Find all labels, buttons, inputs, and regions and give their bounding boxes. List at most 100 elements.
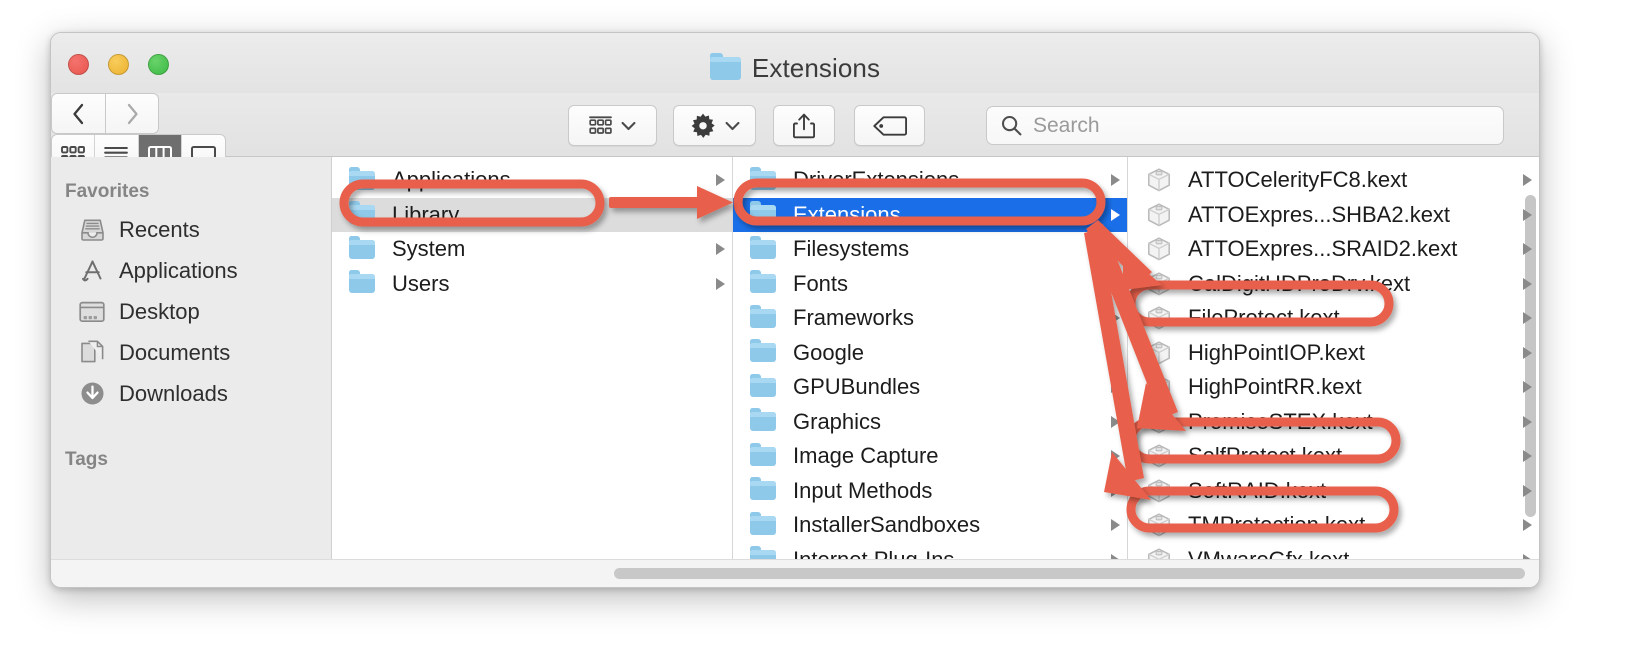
column-item-label: Graphics: [793, 408, 882, 434]
search-input[interactable]: Search: [1033, 114, 1100, 138]
disclosure-arrow-icon[interactable]: [1111, 450, 1120, 463]
column-item-applications[interactable]: Applications: [332, 163, 732, 198]
disclosure-arrow-icon[interactable]: [1111, 519, 1120, 532]
disclosure-arrow-icon[interactable]: [1523, 243, 1532, 256]
column-item-gpubundles[interactable]: GPUBundles: [733, 370, 1127, 405]
column-item-graphics[interactable]: Graphics: [733, 405, 1127, 440]
column-item-tmprotection-kext[interactable]: TMProtection.kext: [1128, 508, 1539, 543]
search-field[interactable]: Search: [986, 106, 1504, 145]
kext-icon: [1145, 201, 1177, 229]
disclosure-arrow-icon[interactable]: [1523, 174, 1532, 187]
sidebar-item-documents[interactable]: Documents: [51, 332, 331, 373]
tags-button[interactable]: [854, 105, 925, 146]
chevron-right-icon: [127, 103, 138, 124]
sidebar-item-downloads[interactable]: Downloads: [51, 373, 331, 414]
column-item-input-methods[interactable]: Input Methods: [733, 474, 1127, 509]
column-item-extensions[interactable]: Extensions: [733, 197, 1127, 232]
sidebar-item-applications[interactable]: Applications: [51, 250, 331, 291]
column-item-label: Frameworks: [793, 305, 915, 331]
column-item-attoexpres-shba2-kext[interactable]: ATTOExpres...SHBA2.kext: [1128, 198, 1539, 233]
column-item-caldigithdprodrv-kext[interactable]: CalDigitHDProDrv.kext: [1128, 267, 1539, 302]
column-item-installersandboxes[interactable]: InstallerSandboxes: [733, 508, 1127, 543]
column-item-softraid-kext[interactable]: SoftRAID.kext: [1128, 474, 1539, 509]
forward-button[interactable]: [105, 93, 159, 134]
share-button[interactable]: [773, 105, 835, 146]
sidebar-item-desktop[interactable]: Desktop: [51, 291, 331, 332]
column-item-label: System: [392, 236, 466, 262]
share-icon: [793, 113, 815, 138]
column-item-driverextensions[interactable]: DriverExtensions: [733, 163, 1127, 198]
disclosure-arrow-icon[interactable]: [716, 243, 725, 256]
column-item-google[interactable]: Google: [733, 336, 1127, 371]
kext-icon: [1145, 408, 1177, 436]
column-item-highpointrr-kext[interactable]: HighPointRR.kext: [1128, 370, 1539, 405]
disclosure-arrow-icon[interactable]: [1111, 208, 1120, 221]
window-bottom-bar: [51, 559, 1539, 587]
disclosure-arrow-icon[interactable]: [716, 174, 725, 187]
kext-icon: [1145, 304, 1177, 332]
applications-icon: [78, 257, 106, 284]
column-item-label: SelfProtect.kext: [1188, 443, 1343, 469]
window-title: Extensions: [751, 53, 881, 83]
column-item-users[interactable]: Users: [332, 267, 732, 302]
horizontal-scrollbar[interactable]: [614, 568, 1525, 579]
disclosure-arrow-icon[interactable]: [1111, 381, 1120, 394]
toolbar: Search: [51, 93, 1539, 175]
column-item-label: Fonts: [793, 270, 849, 296]
disclosure-arrow-icon[interactable]: [1523, 346, 1532, 359]
column-item-system[interactable]: System: [332, 232, 732, 267]
disclosure-arrow-icon[interactable]: [1523, 277, 1532, 290]
disclosure-arrow-icon[interactable]: [716, 277, 725, 290]
group-by-button[interactable]: [568, 105, 657, 146]
finder-window: Extensions Search Favorites Recents Appl…: [50, 32, 1540, 588]
column-item-label: ATTOCelerityFC8.kext: [1188, 167, 1408, 193]
column-item-highpointiop-kext[interactable]: HighPointIOP.kext: [1128, 336, 1539, 371]
disclosure-arrow-icon[interactable]: [1111, 312, 1120, 325]
column-item-label: Applications: [392, 167, 511, 193]
sidebar-item-recents[interactable]: Recents: [51, 209, 331, 250]
disclosure-arrow-icon[interactable]: [1523, 415, 1532, 428]
disclosure-arrow-icon[interactable]: [1523, 519, 1532, 532]
downloads-icon: [78, 380, 106, 407]
disclosure-arrow-icon[interactable]: [1523, 208, 1532, 221]
disclosure-arrow-icon[interactable]: [1111, 346, 1120, 359]
sidebar-item-label: Downloads: [119, 380, 228, 406]
back-button[interactable]: [51, 93, 105, 134]
disclosure-arrow-icon[interactable]: [1111, 174, 1120, 187]
column-item-image-capture[interactable]: Image Capture: [733, 439, 1127, 474]
folder-icon: [750, 235, 782, 259]
disclosure-arrow-icon[interactable]: [1523, 450, 1532, 463]
column-browser: Applications Library System Users Driver…: [332, 157, 1539, 587]
column-item-selfprotect-kext[interactable]: SelfProtect.kext: [1128, 439, 1539, 474]
column-item-filesystems[interactable]: Filesystems: [733, 232, 1127, 267]
folder-icon: [750, 201, 782, 225]
column-item-label: Filesystems: [793, 236, 910, 262]
disclosure-arrow-icon[interactable]: [1523, 484, 1532, 497]
disclosure-arrow-icon[interactable]: [1111, 484, 1120, 497]
disclosure-arrow-icon[interactable]: [1523, 381, 1532, 394]
kext-icon: [1145, 477, 1177, 505]
action-menu-button[interactable]: [673, 105, 756, 146]
disclosure-arrow-icon[interactable]: [1523, 312, 1532, 325]
folder-library-icon: [349, 201, 381, 225]
column-item-fonts[interactable]: Fonts: [733, 267, 1127, 302]
column-item-attocelerityfc8-kext[interactable]: ATTOCelerityFC8.kext: [1128, 163, 1539, 198]
chevron-left-icon: [73, 103, 84, 124]
disclosure-arrow-icon[interactable]: [1111, 415, 1120, 428]
column-item-frameworks[interactable]: Frameworks: [733, 301, 1127, 336]
column-item-promisestex-kext[interactable]: PromiseSTEX.kext: [1128, 405, 1539, 440]
screenshot-root: Extensions Search Favorites Recents Appl…: [0, 0, 1642, 672]
window-titlebar[interactable]: Extensions: [51, 33, 1539, 93]
column-item-attoexpres-sraid2-kext[interactable]: ATTOExpres...SRAID2.kext: [1128, 232, 1539, 267]
column-item-label: HighPointRR.kext: [1188, 374, 1362, 400]
window-title-group: Extensions: [51, 52, 1539, 84]
column-item-label: GPUBundles: [793, 374, 921, 400]
column-2: DriverExtensions Extensions Filesystems Fon…: [733, 157, 1128, 587]
sidebar-item-label: Recents: [119, 216, 200, 242]
column-item-fileprotect-kext[interactable]: FileProtect.kext: [1128, 301, 1539, 336]
column-item-library[interactable]: Library: [332, 197, 732, 232]
column-item-label: CalDigitHDProDrv.kext: [1188, 270, 1411, 296]
column-item-label: Input Methods: [793, 477, 933, 503]
recents-icon: [78, 216, 106, 243]
group-items-icon: [589, 116, 612, 134]
